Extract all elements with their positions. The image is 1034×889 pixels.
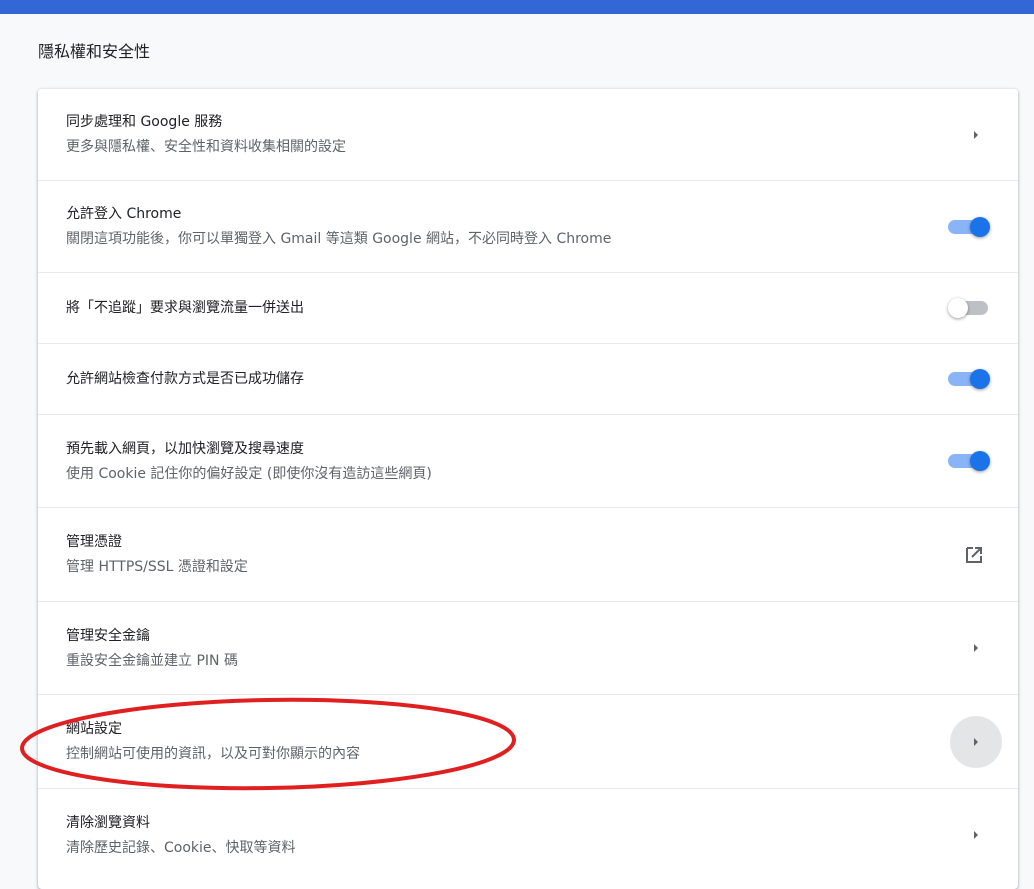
row-sync-google-services[interactable]: 同步處理和 Google 服務 更多與隱私權、安全性和資料收集相關的設定 — [38, 89, 1018, 180]
row-title: 清除瀏覽資料 — [66, 814, 150, 831]
payment-methods-toggle[interactable] — [948, 369, 990, 389]
row-allow-chrome-signin[interactable]: 允許登入 Chrome 關閉這項功能後，你可以單獨登入 Gmail 等這類 Go… — [38, 180, 1018, 272]
row-site-settings[interactable]: 網站設定 控制網站可使用的資訊，以及可對你顯示的內容 — [38, 694, 1018, 788]
do-not-track-toggle[interactable] — [948, 298, 990, 318]
row-subtitle: 使用 Cookie 記住你的偏好設定 (即使你沒有造訪這些網頁) — [66, 465, 432, 482]
row-title: 管理憑證 — [66, 534, 122, 550]
row-manage-security-keys[interactable]: 管理安全金鑰 重設安全金鑰並建立 PIN 碼 — [38, 601, 1018, 694]
preload-pages-toggle[interactable] — [948, 451, 990, 471]
row-subtitle: 重設安全金鑰並建立 PIN 碼 — [66, 652, 238, 669]
top-toolbar-bar — [0, 0, 1034, 14]
row-clear-browsing-data[interactable]: 清除瀏覽資料 清除歷史記錄、Cookie、快取等資料 — [38, 788, 1018, 881]
chevron-right-icon[interactable] — [964, 123, 988, 147]
row-payment-methods-check[interactable]: 允許網站檢查付款方式是否已成功儲存 — [38, 343, 1018, 414]
row-title: 同步處理和 Google 服務 — [66, 114, 223, 130]
allow-signin-toggle[interactable] — [948, 216, 990, 237]
row-title: 允許網站檢查付款方式是否已成功儲存 — [66, 371, 304, 387]
open-in-new-icon[interactable] — [964, 545, 984, 565]
chevron-right-icon[interactable] — [964, 636, 988, 660]
chevron-right-icon[interactable] — [964, 823, 988, 847]
row-preload-pages[interactable]: 預先載入網頁，以加快瀏覽及搜尋速度 使用 Cookie 記住你的偏好設定 (即使… — [38, 414, 1018, 507]
row-title: 管理安全金鑰 — [66, 627, 150, 644]
row-title: 允許登入 Chrome — [66, 206, 182, 222]
chevron-right-icon[interactable] — [950, 715, 1002, 768]
row-subtitle: 清除歷史記錄、Cookie、快取等資料 — [66, 839, 296, 856]
section-title: 隱私權和安全性 — [38, 42, 151, 61]
row-subtitle: 關閉這項功能後，你可以單獨登入 Gmail 等這類 Google 網站，不必同時… — [66, 231, 612, 247]
row-title: 網站設定 — [66, 721, 122, 737]
row-manage-certificates[interactable]: 管理憑證 管理 HTTPS/SSL 憑證和設定 — [38, 507, 1018, 601]
row-subtitle: 管理 HTTPS/SSL 憑證和設定 — [66, 559, 248, 575]
privacy-security-card: 同步處理和 Google 服務 更多與隱私權、安全性和資料收集相關的設定 允許登… — [38, 89, 1018, 889]
row-do-not-track[interactable]: 將「不追蹤」要求與瀏覽流量一併送出 — [38, 272, 1018, 343]
row-title: 預先載入網頁，以加快瀏覽及搜尋速度 — [66, 440, 304, 457]
row-subtitle: 更多與隱私權、安全性和資料收集相關的設定 — [66, 139, 346, 155]
row-title: 將「不追蹤」要求與瀏覽流量一併送出 — [66, 300, 304, 316]
row-subtitle: 控制網站可使用的資訊，以及可對你顯示的內容 — [66, 746, 360, 762]
